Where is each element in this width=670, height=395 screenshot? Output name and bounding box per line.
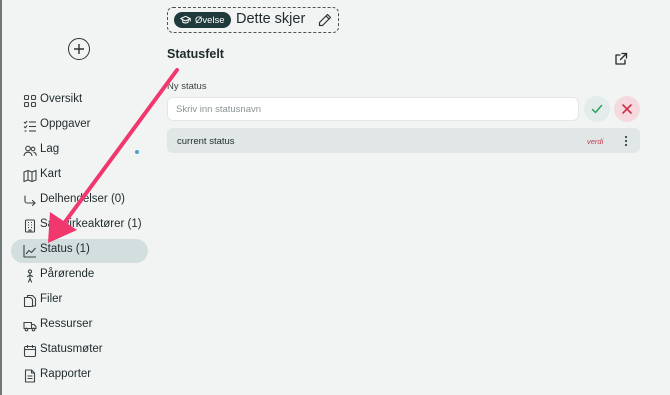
checklist-icon [23,120,36,132]
section-title: Statusfelt [167,47,224,61]
sidebar-item-label: Lag [40,143,60,155]
confirm-button[interactable] [584,96,610,122]
building-icon [24,219,36,233]
badge-label: Øvelse [195,14,225,26]
sidebar-item-delhendelser[interactable]: Delhendelser (0) [11,189,148,213]
check-icon [591,104,603,114]
sidebar-item-ressurser[interactable]: Ressurser [11,314,148,338]
person-icon [26,269,34,283]
plus-circle-icon [74,44,84,54]
cancel-button[interactable] [614,96,640,122]
status-name: current status [177,136,235,147]
sidebar-item-lag[interactable]: Lag [11,139,148,163]
external-link-icon[interactable] [614,52,628,66]
notification-dot [135,150,139,154]
sidebar-item-label: Statusmøter [40,343,103,355]
sidebar-item-oversikt[interactable]: Oversikt [11,89,148,113]
sidebar-item-label: Oversikt [40,93,83,105]
more-vertical-icon[interactable] [620,134,632,148]
calendar-icon [23,345,37,358]
new-status-label: Ny status [167,81,207,92]
branch-arrow-icon [24,195,36,207]
sidebar-item-label: Kart [40,168,62,180]
sidebar-item-parorende[interactable]: Pårørende [11,264,148,288]
truck-icon [23,321,37,332]
sidebar-item-label: Rapporter [40,368,92,380]
map-icon [23,169,37,183]
close-icon [622,104,632,114]
incident-title-box: Øvelse Dette skjer [167,7,339,33]
sidebar-item-filer[interactable]: Filer [11,289,148,313]
sidebar-item-statusmoter[interactable]: Statusmøter [11,339,148,363]
status-value-tag: verdi [587,137,604,146]
sidebar-item-samvirkeaktorer[interactable]: Samvirkeaktører (1) [11,214,148,238]
page-title: Dette skjer [236,11,306,27]
sidebar-item-label: Status (1) [40,243,90,255]
document-icon [24,369,36,383]
sidebar-item-label: Delhendelser (0) [40,193,126,205]
files-icon [23,294,37,308]
sidebar-item-oppgaver[interactable]: Oppgaver [11,114,148,138]
status-list-item[interactable]: current status verdi [167,128,640,153]
users-icon [23,145,37,157]
sidebar-item-label: Filer [40,293,63,305]
sidebar-item-label: Samvirkeaktører (1) [40,218,142,230]
grid-icon [23,94,37,108]
exercise-badge: Øvelse [174,12,231,28]
graduation-cap-icon [180,15,191,24]
sidebar-item-status[interactable]: Status (1) [11,239,148,263]
status-name-input[interactable] [167,97,579,121]
sidebar-item-label: Oppgaver [40,118,91,130]
sidebar-item-rapporter[interactable]: Rapporter [11,364,148,388]
sidebar-item-label: Ressurser [40,318,93,330]
window-left-edge [0,0,2,395]
edit-pencil-icon[interactable] [318,13,332,27]
sidebar-item-label: Pårørende [40,268,95,280]
add-button[interactable] [68,38,90,60]
chart-line-icon [23,245,36,258]
sidebar-item-kart[interactable]: Kart [11,164,148,188]
